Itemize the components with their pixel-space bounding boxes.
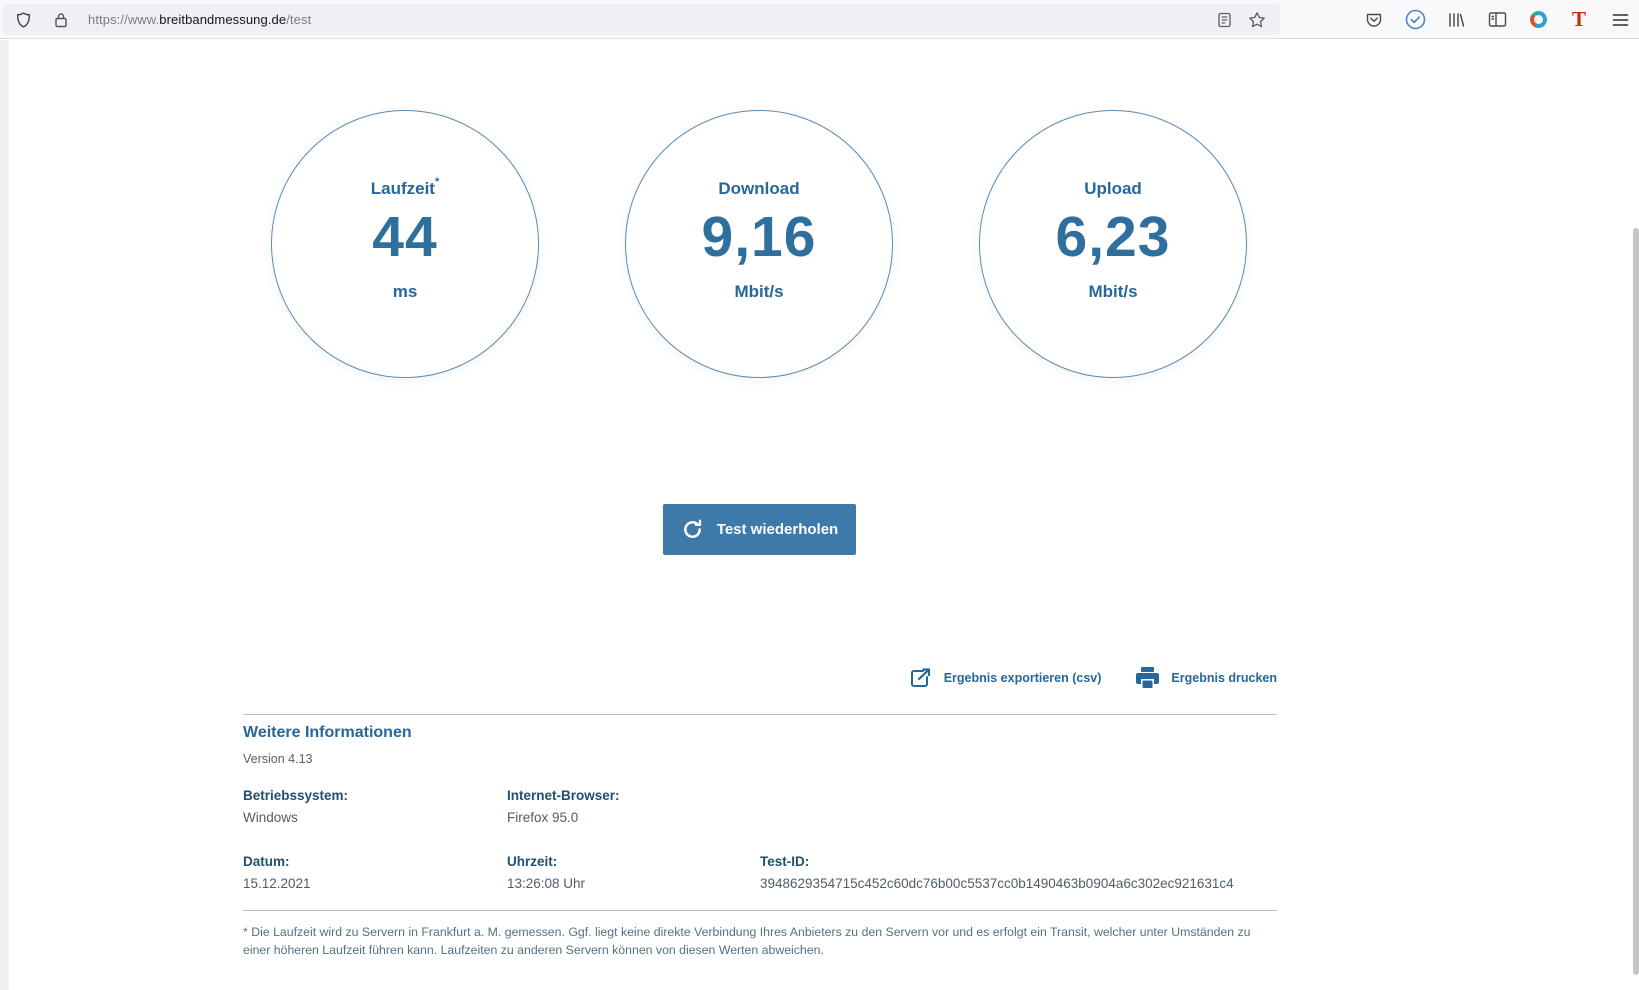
result-label: Laufzeit* [371, 179, 440, 199]
menu-icon[interactable] [1609, 9, 1631, 31]
field-label-uhrzeit: Uhrzeit: [507, 854, 557, 869]
url-path: /test [286, 12, 311, 27]
url-scheme: https://www. [88, 12, 159, 27]
result-value: 44 [372, 206, 437, 268]
result-label: Upload [1084, 179, 1142, 199]
export-icon [909, 667, 933, 689]
check-circle-icon[interactable] [1404, 9, 1426, 31]
repeat-test-button[interactable]: Test wiederholen [663, 504, 856, 555]
lock-icon[interactable] [54, 12, 68, 28]
url-bar[interactable]: https://www.breitbandmessung.de/test [3, 4, 1280, 35]
result-card-upload: Upload 6,23 Mbit/s [979, 110, 1247, 378]
result-value: 6,23 [1056, 206, 1171, 268]
result-value: 9,16 [702, 206, 817, 268]
shield-icon[interactable] [15, 11, 32, 29]
print-result-link[interactable]: Ergebnis drucken [1135, 666, 1277, 689]
refresh-icon [681, 518, 704, 541]
field-value-datum: 15.12.2021 [243, 876, 311, 891]
result-card-download: Download 9,16 Mbit/s [625, 110, 893, 378]
result-unit: Mbit/s [1088, 282, 1137, 302]
section-divider [243, 714, 1277, 715]
field-label-testid: Test-ID: [760, 854, 809, 869]
field-value-betriebssystem: Windows [243, 810, 298, 825]
browser-toolbar: https://www.breitbandmessung.de/test [0, 0, 1639, 39]
field-label-datum: Datum: [243, 854, 290, 869]
field-label-betriebssystem: Betriebssystem: [243, 788, 348, 803]
donut-extension-icon[interactable] [1527, 9, 1549, 31]
export-csv-link[interactable]: Ergebnis exportieren (csv) [909, 667, 1102, 689]
result-unit: Mbit/s [734, 282, 783, 302]
url-text: https://www.breitbandmessung.de/test [88, 12, 311, 27]
repeat-test-label: Test wiederholen [717, 521, 838, 538]
bookmark-star-icon[interactable] [1248, 11, 1266, 29]
field-value-uhrzeit: 13:26:08 Uhr [507, 876, 585, 891]
library-icon[interactable] [1445, 9, 1467, 31]
field-label-browser: Internet-Browser: [507, 788, 620, 803]
version-text: Version 4.13 [243, 752, 313, 766]
printer-icon [1135, 666, 1160, 689]
vertical-scrollbar[interactable] [1633, 228, 1639, 975]
field-value-testid: 3948629354715c452c60dc76b00c5537cc0b1490… [760, 876, 1234, 891]
field-value-browser: Firefox 95.0 [507, 810, 578, 825]
section-divider [243, 910, 1277, 911]
browser-window: https://www.breitbandmessung.de/test [0, 0, 1639, 990]
t-extension-icon[interactable]: T [1568, 9, 1590, 31]
result-label: Download [718, 179, 799, 199]
laufzeit-footnote-marker: * [435, 176, 439, 188]
export-csv-label: Ergebnis exportieren (csv) [944, 671, 1102, 685]
url-domain: breitbandmessung.de [159, 12, 286, 27]
toolbar-extension-area: T [1363, 0, 1631, 39]
pocket-icon[interactable] [1363, 9, 1385, 31]
export-row: Ergebnis exportieren (csv) Ergebnis druc… [243, 666, 1277, 689]
print-result-label: Ergebnis drucken [1171, 671, 1277, 685]
result-unit: ms [393, 282, 418, 302]
info-heading: Weitere Informationen [243, 724, 412, 742]
laufzeit-footnote: * Die Laufzeit wird zu Servern in Frankf… [243, 923, 1279, 959]
sidebar-icon[interactable] [1486, 9, 1508, 31]
result-card-laufzeit: Laufzeit* 44 ms [271, 110, 539, 378]
window-edge [0, 40, 9, 990]
reader-view-icon[interactable] [1217, 12, 1232, 28]
